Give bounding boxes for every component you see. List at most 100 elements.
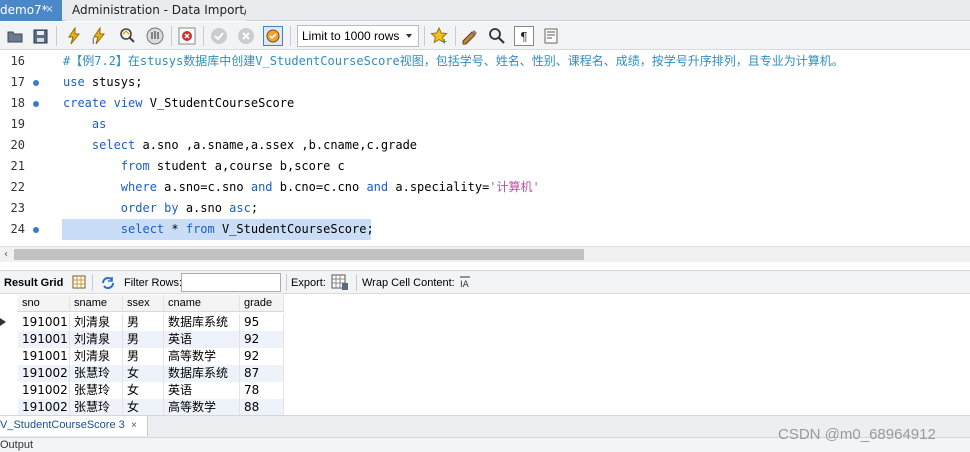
wrap-icon[interactable] <box>541 26 561 46</box>
table-cell[interactable]: 张慧玲 <box>70 365 123 382</box>
table-cell[interactable]: 191001 <box>18 331 70 348</box>
table-cell[interactable]: 男 <box>123 348 164 365</box>
code-line[interactable]: 20 select a.sno ,a.sname,a.ssex ,b.cname… <box>0 135 970 156</box>
toolbar-separator <box>290 26 291 46</box>
table-row[interactable]: 191002 张慧玲女数据库系统 87 <box>0 365 970 382</box>
code-line[interactable]: 17 use stusys; <box>0 72 970 93</box>
table-cell[interactable]: 191001 <box>18 314 70 331</box>
line-number: 21 <box>10 159 25 173</box>
table-cell[interactable]: 刘清泉 <box>70 314 123 331</box>
close-icon[interactable]: × <box>131 420 137 431</box>
table-row[interactable]: 191002 张慧玲女高等数学 88 <box>0 399 970 416</box>
code-token: and <box>366 180 389 194</box>
autocommit-icon[interactable] <box>263 26 283 46</box>
table-row[interactable]: 191002 张慧玲女英语 78 <box>0 382 970 399</box>
table-cell[interactable]: 女 <box>123 365 164 382</box>
table-cell[interactable]: 87 <box>240 365 284 382</box>
svg-text:IA: IA <box>460 280 470 289</box>
execute-icon[interactable] <box>64 26 84 46</box>
code-text: #【例7.2】在stusys数据库中创建V_StudentCourseScore… <box>63 51 844 72</box>
table-cell[interactable]: 数据库系统 <box>164 365 240 382</box>
code-line[interactable]: 21 from student a,course b,score c <box>0 156 970 177</box>
chevron-down-icon <box>406 34 412 38</box>
table-cell[interactable]: 191001 <box>18 348 70 365</box>
table-cell[interactable]: 刘清泉 <box>70 331 123 348</box>
scroll-left-icon[interactable]: ‹ <box>0 249 12 261</box>
find-icon[interactable] <box>487 26 507 46</box>
table-cell[interactable]: 张慧玲 <box>70 382 123 399</box>
code-text: select * from V_StudentCourseScore; <box>63 219 374 240</box>
table-cell[interactable]: 数据库系统 <box>164 314 240 331</box>
table-cell[interactable]: 英语 <box>164 382 240 399</box>
refresh-icon[interactable] <box>100 275 116 294</box>
table-row[interactable]: 191001 刘清泉男数据库系统 95 <box>0 314 970 331</box>
code-line[interactable]: 16 #【例7.2】在stusys数据库中创建V_StudentCourseSco… <box>0 51 970 72</box>
table-cell[interactable]: 高等数学 <box>164 399 240 416</box>
code-line[interactable]: 23 order by a.sno asc; <box>0 198 970 219</box>
tab-administration[interactable]: Administration - Data Import/Res... <box>66 0 246 21</box>
table-row[interactable]: 191001 刘清泉男高等数学 92 <box>0 348 970 365</box>
grid-view-icon[interactable] <box>72 275 86 292</box>
table-cell[interactable]: 男 <box>123 314 164 331</box>
code-line[interactable]: 18 create view V_StudentCourseScore <box>0 93 970 114</box>
table-cell[interactable]: 高等数学 <box>164 348 240 365</box>
export-icon[interactable] <box>331 274 349 294</box>
commit-icon[interactable] <box>209 26 229 46</box>
table-cell[interactable]: 92 <box>240 331 284 348</box>
table-cell[interactable]: 英语 <box>164 331 240 348</box>
editor-horizontal-scrollbar[interactable]: ‹ <box>0 246 970 262</box>
explain-icon[interactable] <box>117 26 137 46</box>
beautify-icon[interactable] <box>460 26 480 46</box>
open-folder-icon[interactable] <box>5 26 25 46</box>
result-grid[interactable]: sno sname ssex cname grade 191001 刘清泉男数据库系统 95 1… <box>0 295 970 416</box>
line-number: 18 <box>10 96 25 110</box>
table-cell[interactable]: 刘清泉 <box>70 348 123 365</box>
code-token: order by <box>120 201 179 215</box>
wrap-cell-icon[interactable]: IA <box>458 275 472 292</box>
table-cell[interactable]: 女 <box>123 399 164 416</box>
table-cell[interactable]: 92 <box>240 348 284 365</box>
column-header-ssex[interactable]: ssex <box>123 295 164 312</box>
scrollbar-thumb[interactable] <box>14 249 584 260</box>
table-cell[interactable]: 女 <box>123 382 164 399</box>
close-icon[interactable]: × <box>44 5 55 16</box>
save-icon[interactable] <box>30 26 50 46</box>
table-row[interactable]: 191001 刘清泉男英语 92 <box>0 331 970 348</box>
table-cell[interactable]: 张慧玲 <box>70 399 123 416</box>
code-token: from <box>185 222 215 236</box>
filter-rows-input[interactable] <box>181 273 281 292</box>
code-token: student a,course b,score c <box>149 159 345 173</box>
tab-demo7[interactable]: demo7* × <box>0 0 62 21</box>
table-cell[interactable]: 191002 <box>18 365 70 382</box>
table-cell[interactable]: 男 <box>123 331 164 348</box>
execute-current-icon[interactable]: I <box>89 26 109 46</box>
tab-v-studentcoursescore-3[interactable]: V_StudentCourseScore 3 × <box>0 416 148 436</box>
column-header-grade[interactable]: grade <box>240 295 284 312</box>
toggle-error-icon[interactable] <box>177 26 197 46</box>
sql-editor[interactable]: 16 #【例7.2】在stusys数据库中创建V_StudentCourseSco… <box>0 50 970 246</box>
rollback-icon[interactable] <box>236 26 256 46</box>
editor-tab-bar: demo7* × Administration - Data Import/Re… <box>0 0 970 21</box>
bookmark-star-icon[interactable]: + <box>429 26 449 46</box>
result-grid-label[interactable]: Result Grid <box>4 276 63 290</box>
column-header-sno[interactable]: sno <box>18 295 70 312</box>
table-cell[interactable]: 191002 <box>18 399 70 416</box>
table-cell[interactable]: 95 <box>240 314 284 331</box>
table-cell[interactable]: 88 <box>240 399 284 416</box>
limit-rows-select[interactable]: Limit to 1000 rows <box>297 25 419 47</box>
line-number: 17 <box>10 75 25 89</box>
column-header-cname[interactable]: cname <box>164 295 240 312</box>
invisibles-icon[interactable]: ¶ <box>514 26 534 46</box>
code-token: a.sno <box>178 201 230 215</box>
code-token: select <box>120 222 165 236</box>
code-token: a.sno ,a.sname,a.ssex ,b.cname,c.grade <box>135 138 418 152</box>
column-header-sname[interactable]: sname <box>70 295 123 312</box>
code-line[interactable]: 24 select * from V_StudentCourseScore; <box>0 219 970 240</box>
code-line[interactable]: 19 as <box>0 114 970 135</box>
code-line[interactable]: 22 where a.sno=c.sno and b.cno=c.cno and… <box>0 177 970 198</box>
code-token: as <box>91 117 107 131</box>
table-cell[interactable]: 191002 <box>18 382 70 399</box>
table-cell[interactable]: 78 <box>240 382 284 399</box>
stop-icon[interactable] <box>145 26 165 46</box>
